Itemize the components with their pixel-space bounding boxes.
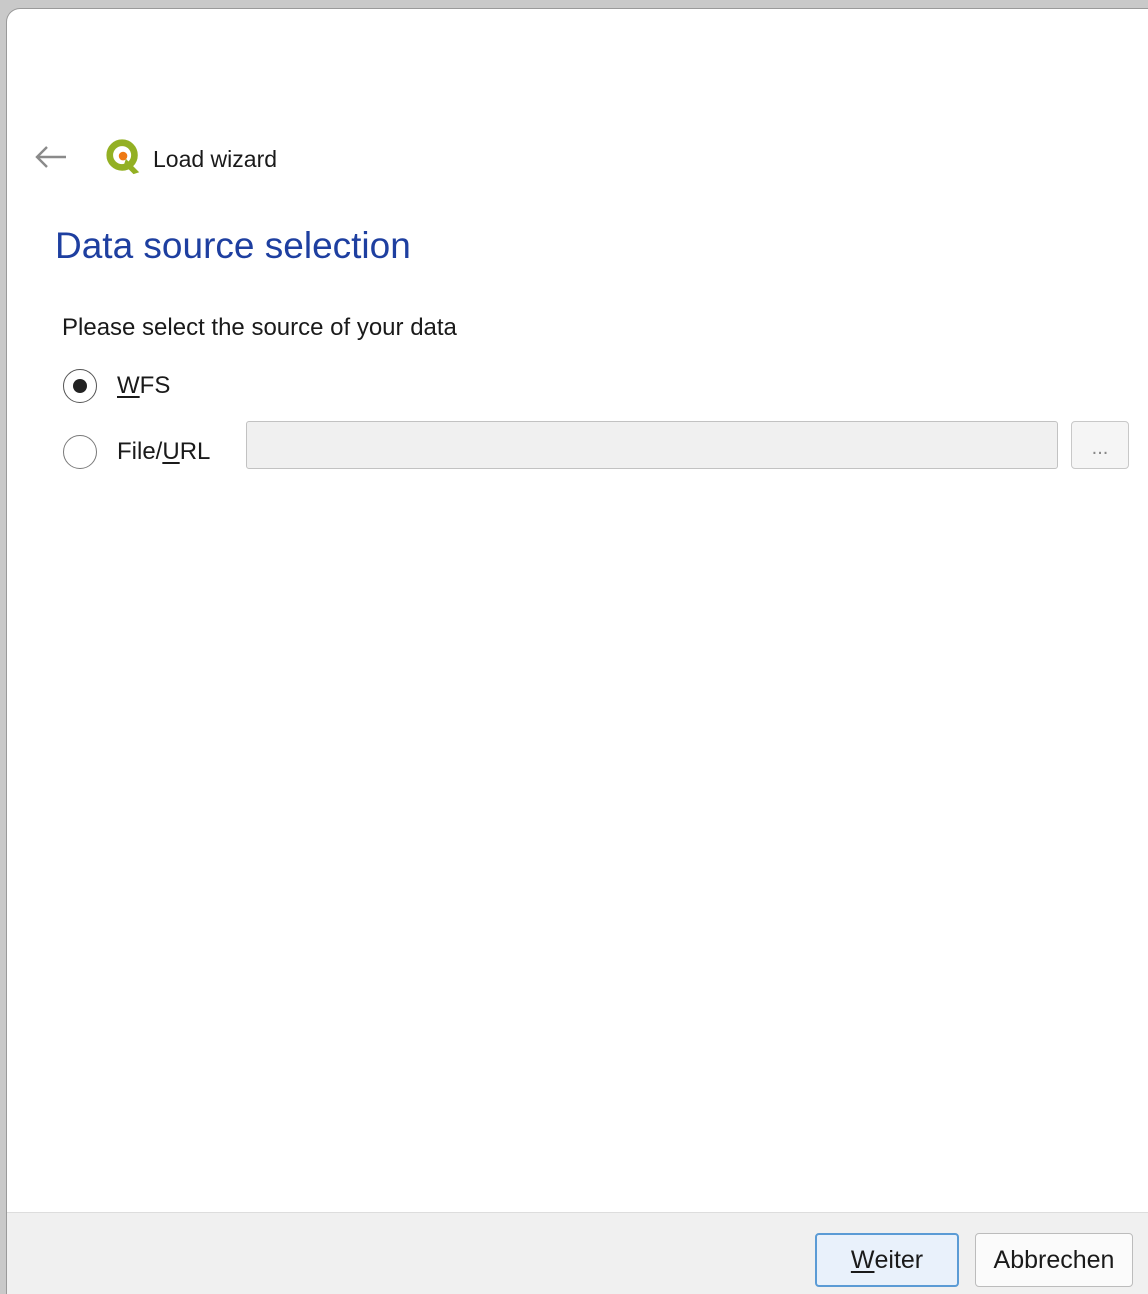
- qgis-logo-icon: [106, 139, 140, 175]
- window-title: Load wizard: [153, 146, 278, 172]
- radio-selected-dot: [73, 379, 87, 393]
- cancel-button[interactable]: Abbrechen: [975, 1233, 1133, 1287]
- next-button[interactable]: Weiter: [815, 1233, 959, 1287]
- arrow-left-icon: [35, 146, 66, 168]
- wfs-radio-button[interactable]: [63, 369, 97, 403]
- browse-button[interactable]: ...: [1071, 421, 1129, 469]
- page-title: Data source selection: [55, 225, 411, 266]
- load-wizard-dialog: Load wizard Data source selection Please…: [6, 8, 1148, 1294]
- file-url-input[interactable]: [246, 421, 1058, 469]
- wizard-header: Load wizard: [7, 127, 1148, 187]
- file-url-radio-button[interactable]: [63, 435, 97, 469]
- wfs-radio-label[interactable]: WFS: [117, 372, 170, 400]
- dialog-footer: Weiter Abbrechen: [7, 1212, 1148, 1294]
- file-url-radio-label[interactable]: File/URL: [117, 438, 210, 466]
- source-prompt: Please select the source of your data: [62, 314, 457, 341]
- back-button[interactable]: [29, 137, 73, 177]
- file-url-radio-option[interactable]: File/URL: [63, 429, 210, 475]
- wfs-radio-option[interactable]: WFS: [63, 369, 170, 403]
